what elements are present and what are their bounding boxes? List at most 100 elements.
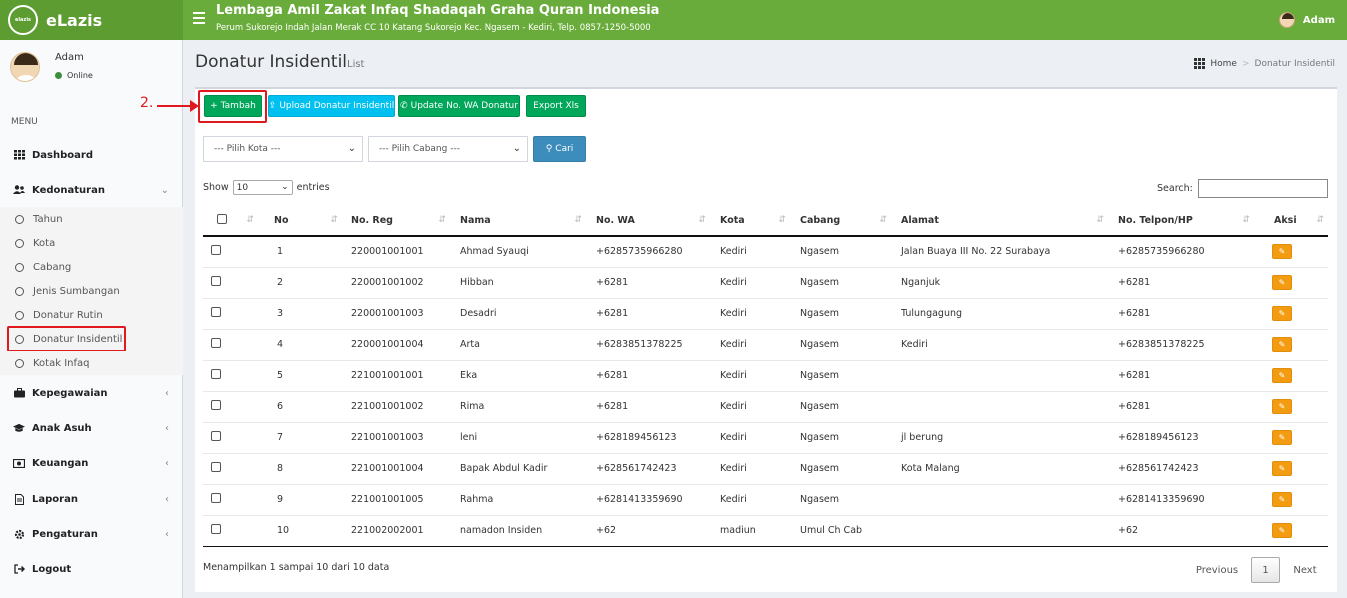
kota-select-value: --- Pilih Kota --- xyxy=(214,144,281,154)
avatar xyxy=(10,52,40,82)
row-checkbox[interactable] xyxy=(211,245,221,256)
row-select-cell xyxy=(203,484,241,516)
edit-button[interactable]: ✎ xyxy=(1272,399,1292,414)
sidebar-item-dashboard[interactable]: Dashboard xyxy=(0,140,183,170)
column-header-telpon[interactable]: No. Telpon/HP ⇵ xyxy=(1108,206,1254,237)
edit-button[interactable]: ✎ xyxy=(1272,430,1292,445)
online-dot-icon xyxy=(55,72,62,79)
breadcrumb-home[interactable]: Home xyxy=(1210,59,1237,69)
user-name: Adam xyxy=(1302,14,1335,26)
cell-kota: Kediri xyxy=(710,422,790,454)
edit-button[interactable]: ✎ xyxy=(1272,244,1292,260)
export-xls-button[interactable]: Export Xls xyxy=(526,95,586,117)
org-address: Perum Sukorejo Indah Jalan Merak CC 10 K… xyxy=(216,23,651,33)
row-checkbox[interactable] xyxy=(211,307,221,317)
header-label: Cabang xyxy=(800,215,841,226)
sidebar-subitem-kotak-infaq[interactable]: Kotak Infaq xyxy=(0,351,183,375)
column-header-no[interactable]: No ⇵ xyxy=(274,206,342,237)
sidebar-item-anak-asuh[interactable]: Anak Asuh ‹ xyxy=(0,413,183,443)
sidebar-subitem-tahun[interactable]: Tahun xyxy=(0,207,183,231)
pagination-next[interactable]: Next xyxy=(1287,557,1323,583)
sidebar-subitem-donatur-rutin[interactable]: Donatur Rutin xyxy=(0,303,183,327)
row-checkbox[interactable] xyxy=(211,462,221,472)
whatsapp-icon: ✆ xyxy=(400,101,408,111)
cell-nama: leni xyxy=(450,422,586,454)
sidebar-subitem-jenis-sumbangan[interactable]: Jenis Sumbangan xyxy=(0,279,183,303)
column-header-cabang[interactable]: Cabang ⇵ xyxy=(790,206,891,237)
cell-kota: Kediri xyxy=(710,484,790,516)
sidebar-subitem-kota[interactable]: Kota xyxy=(0,231,183,255)
row-checkbox[interactable] xyxy=(211,276,221,286)
row-spacer-cell xyxy=(241,298,274,330)
upload-donatur-button[interactable]: ⇪ Upload Donatur Insidentil xyxy=(268,95,395,117)
logo-area[interactable]: elazis eLazis xyxy=(0,0,183,40)
sidebar-item-kedonaturan[interactable]: Kedonaturan ⌄ xyxy=(0,175,183,205)
sidebar-item-kepegawaian[interactable]: Kepegawaian ‹ xyxy=(0,378,183,408)
edit-button[interactable]: ✎ xyxy=(1272,461,1292,476)
cell-cabang: Ngasem xyxy=(790,391,891,423)
sidebar-subitem-cabang[interactable]: Cabang xyxy=(0,255,183,279)
header-label: No. Reg xyxy=(351,215,393,226)
sort-header[interactable]: ⇵ xyxy=(241,206,274,237)
column-header-nowa[interactable]: No. WA ⇵ xyxy=(586,206,710,237)
edit-button[interactable]: ✎ xyxy=(1272,523,1292,538)
cabang-select[interactable]: --- Pilih Cabang --- ⌄ xyxy=(368,136,528,162)
graduation-cap-icon xyxy=(13,422,25,434)
row-checkbox[interactable] xyxy=(211,369,221,379)
table-row: 7 221001001003 leni +628189456123 Kediri Ngas… xyxy=(203,422,1328,454)
edit-button[interactable]: ✎ xyxy=(1272,306,1292,321)
cell-aksi: ✎ xyxy=(1254,453,1328,485)
pagination-page-1[interactable]: 1 xyxy=(1251,557,1280,583)
pagination-previous[interactable]: Previous xyxy=(1189,557,1245,583)
row-checkbox[interactable] xyxy=(211,338,221,348)
cell-noreg: 220001001001 xyxy=(342,236,450,268)
circle-icon xyxy=(15,358,24,368)
cell-nowa: +628561742423 xyxy=(586,453,710,485)
column-header-nama[interactable]: Nama ⇵ xyxy=(450,206,586,237)
briefcase-icon xyxy=(13,387,25,399)
column-header-kota[interactable]: Kota ⇵ xyxy=(710,206,790,237)
select-all-checkbox[interactable] xyxy=(217,214,227,224)
column-header-noreg[interactable]: No. Reg ⇵ xyxy=(342,206,450,237)
edit-button[interactable]: ✎ xyxy=(1272,492,1292,507)
sidebar-item-laporan[interactable]: Laporan ‹ xyxy=(0,484,183,514)
cell-no: 6 xyxy=(274,391,342,423)
user-menu[interactable]: Adam xyxy=(1278,12,1335,28)
column-header-aksi[interactable]: Aksi ⇵ xyxy=(1254,206,1328,237)
cell-nowa: +6283851378225 xyxy=(586,329,710,361)
table-search-input[interactable] xyxy=(1198,179,1328,198)
search-button[interactable]: ⚲ Cari xyxy=(533,136,586,162)
circle-icon xyxy=(15,262,24,272)
row-select-cell xyxy=(203,329,241,361)
row-spacer-cell xyxy=(241,422,274,454)
sidebar-item-pengaturan[interactable]: Pengaturan ‹ xyxy=(0,519,183,549)
row-checkbox[interactable] xyxy=(211,524,221,534)
row-spacer-cell xyxy=(241,515,274,547)
edit-button[interactable]: ✎ xyxy=(1272,275,1292,290)
row-select-cell xyxy=(203,298,241,330)
update-wa-button[interactable]: ✆ Update No. WA Donatur xyxy=(398,95,520,117)
search-button-label: Cari xyxy=(555,144,574,154)
edit-button[interactable]: ✎ xyxy=(1272,337,1292,352)
sidebar-item-keuangan[interactable]: Keuangan ‹ xyxy=(0,448,183,478)
row-checkbox[interactable] xyxy=(211,400,221,410)
kota-select[interactable]: --- Pilih Kota --- ⌄ xyxy=(203,136,363,162)
cell-nama: Desadri xyxy=(450,298,586,330)
cell-no: 8 xyxy=(274,453,342,485)
cell-kota: Kediri xyxy=(710,391,790,423)
row-checkbox[interactable] xyxy=(211,493,221,503)
row-spacer-cell xyxy=(241,453,274,485)
column-header-alamat[interactable]: Alamat ⇵ xyxy=(891,206,1108,237)
chevron-left-icon: ‹ xyxy=(165,422,169,434)
edit-button[interactable]: ✎ xyxy=(1272,368,1292,383)
edit-icon: ✎ xyxy=(1278,340,1286,349)
sidebar-toggle-icon[interactable] xyxy=(193,12,205,24)
sidebar-item-logout[interactable]: Logout xyxy=(0,554,183,584)
cell-telpon: +6281413359690 xyxy=(1108,484,1254,516)
step-annotation: 2. xyxy=(140,95,154,111)
row-checkbox[interactable] xyxy=(211,431,221,441)
row-spacer-cell xyxy=(241,391,274,423)
cell-alamat xyxy=(891,515,1108,547)
entries-select[interactable]: 10 ⌄ xyxy=(232,180,293,195)
cell-nowa: +6285735966280 xyxy=(586,236,710,268)
